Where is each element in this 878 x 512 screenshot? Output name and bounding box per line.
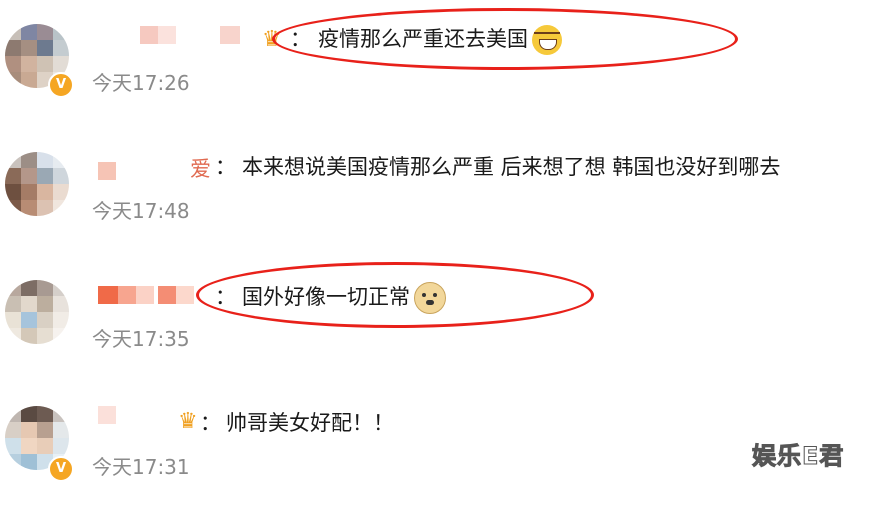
comment-item: V ♛ ： 帅哥美女好配！！ 今天17:31: [0, 384, 878, 512]
verified-badge-icon: V: [48, 456, 74, 482]
comment-text: 帅哥美女好配！！: [226, 411, 394, 435]
comment-time: 今天17:31: [92, 455, 190, 479]
username[interactable]: 爱: [98, 157, 218, 192]
verified-badge-icon: V: [48, 72, 74, 98]
watermark: 娱乐E君: [751, 442, 845, 471]
colon: ：: [200, 411, 221, 435]
comment-text: 本来想说美国疫情那么严重 后来想了想 韩国也没好到哪去: [242, 155, 781, 179]
comment-time: 今天17:35: [92, 327, 190, 351]
comment-time: 今天17:48: [92, 199, 190, 223]
comment-item: 爱 ： 本来想说美国疫情那么严重 后来想了想 韩国也没好到哪去 今天17:48: [0, 128, 878, 256]
crown-icon: ♛: [178, 409, 198, 434]
avatar[interactable]: [5, 280, 69, 344]
comment-time: 今天17:26: [92, 71, 190, 95]
red-highlight-circle: [272, 8, 738, 70]
colon: ：: [215, 155, 236, 179]
avatar[interactable]: [5, 152, 69, 216]
red-highlight-circle: [196, 262, 594, 328]
username[interactable]: [98, 406, 158, 436]
username[interactable]: [140, 26, 270, 56]
